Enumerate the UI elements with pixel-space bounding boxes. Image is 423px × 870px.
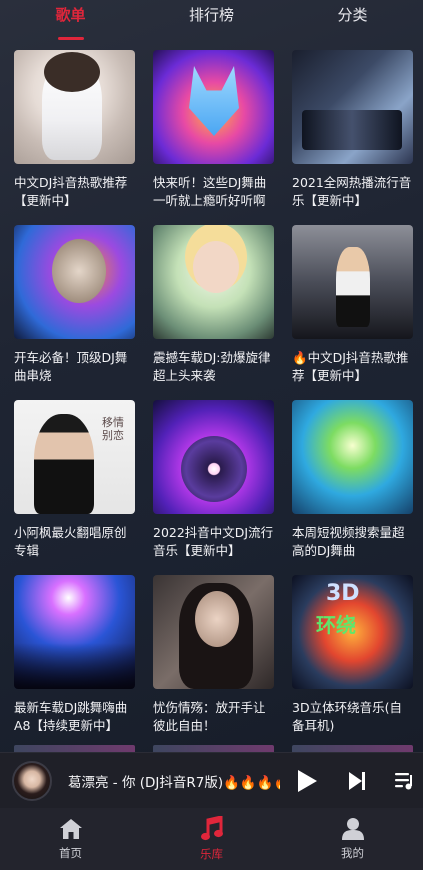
- playlist-title: 最新车载DJ跳舞嗨曲A8【持续更新中】: [14, 700, 128, 733]
- nav-label-library: 乐库: [200, 847, 223, 861]
- playlist-title: 中文DJ抖音热歌推荐【更新中】: [14, 175, 128, 208]
- playlist-cover: [14, 575, 135, 689]
- playlist-title: 3D立体环绕音乐(自备耳机): [292, 700, 402, 733]
- user-icon: [341, 818, 364, 840]
- playlist-card[interactable]: 开车必备！顶级DJ舞曲串烧: [14, 225, 135, 400]
- nav-item-mine[interactable]: 我的: [303, 817, 403, 861]
- playlist-title: 🔥中文DJ抖音热歌推荐【更新中】: [292, 350, 409, 383]
- nav-label-home: 首页: [59, 846, 82, 860]
- tab-charts-label: 排行榜: [188, 6, 234, 24]
- active-tab-indicator: [57, 37, 84, 40]
- playlist-card[interactable]: 震撼车载DJ:劲爆旋律超上头来袭: [153, 225, 274, 400]
- playlist-card[interactable]: 忧伤情殇：放开手让彼此自由！: [153, 575, 274, 750]
- playlist-cover: [153, 225, 274, 339]
- playlist-title: 小阿枫最火翻唱原创专辑: [14, 525, 127, 558]
- play-button[interactable]: [292, 766, 322, 796]
- playlist-card[interactable]: 🔥中文DJ抖音热歌推荐【更新中】: [292, 225, 413, 400]
- playlist-title: 2022抖音中文DJ流行音乐【更新中】: [153, 525, 274, 558]
- playlist-cover: [153, 400, 274, 514]
- tab-charts[interactable]: 排行榜: [162, 0, 262, 40]
- playlist-card[interactable]: 移情 别恋 小阿枫最火翻唱原创专辑: [14, 400, 135, 575]
- playlist-cover: 移情 别恋: [14, 400, 135, 514]
- nav-item-home[interactable]: 首页: [21, 817, 121, 861]
- playlist-title: 本周短视频搜索量超高的DJ舞曲: [292, 525, 405, 558]
- playlist-card[interactable]: 3D 环绕 3D立体环绕音乐(自备耳机): [292, 575, 413, 750]
- next-button[interactable]: [342, 766, 372, 796]
- nav-label-mine: 我的: [341, 846, 364, 860]
- mini-player[interactable]: 葛漂亮 - 你 (DJ抖音R7版)🔥🔥🔥🔥: [0, 752, 423, 808]
- playlist-card[interactable]: 快来听！这些DJ舞曲一听就上瘾听好听啊: [153, 50, 274, 225]
- playlist-card[interactable]: 最新车载DJ跳舞嗨曲A8【持续更新中】: [14, 575, 135, 750]
- playlist-card[interactable]: 2022抖音中文DJ流行音乐【更新中】: [153, 400, 274, 575]
- tab-playlists[interactable]: 歌单: [21, 0, 121, 40]
- playlist-cover: [153, 575, 274, 689]
- playlist-title: 开车必备！顶级DJ舞曲串烧: [14, 350, 128, 383]
- playlist-cover: [292, 400, 413, 514]
- playlist-title: 忧伤情殇：放开手让彼此自由！: [153, 700, 266, 733]
- playlist-cover: [153, 50, 274, 164]
- music-note-icon: [200, 816, 223, 841]
- playlist-card[interactable]: 本周短视频搜索量超高的DJ舞曲: [292, 400, 413, 575]
- cover-surround-text: 环绕: [316, 613, 356, 637]
- playlist-title: 2021全网热播流行音乐【更新中】: [292, 175, 412, 208]
- nav-item-library[interactable]: 乐库: [162, 816, 262, 862]
- playlist-title: 快来听！这些DJ舞曲一听就上瘾听好听啊: [153, 175, 267, 208]
- play-icon: [298, 769, 317, 792]
- playlist-grid: 中文DJ抖音热歌推荐【更新中】 快来听！这些DJ舞曲一听就上瘾听好听啊 2021…: [14, 50, 414, 750]
- cover-side-text: 移情 别恋: [102, 416, 124, 442]
- tab-playlists-label: 歌单: [55, 6, 86, 24]
- tab-categories-label: 分类: [337, 6, 368, 24]
- now-playing-artwork[interactable]: [12, 760, 52, 801]
- top-tab-bar: 歌单 排行榜 分类: [0, 0, 423, 40]
- home-icon: [59, 819, 82, 839]
- playlist-card[interactable]: 中文DJ抖音热歌推荐【更新中】: [14, 50, 135, 225]
- playlist-card[interactable]: 2021全网热播流行音乐【更新中】: [292, 50, 413, 225]
- playlist-button[interactable]: [390, 766, 420, 796]
- playlist-cover: [14, 225, 135, 339]
- cover-3d-text: 3D: [326, 581, 360, 606]
- playlist-cover: [292, 225, 413, 339]
- playlist-icon: [395, 772, 412, 789]
- now-playing-title[interactable]: 葛漂亮 - 你 (DJ抖音R7版)🔥🔥🔥🔥: [68, 771, 280, 791]
- next-icon: [349, 771, 365, 790]
- playlist-title: 震撼车载DJ:劲爆旋律超上头来袭: [153, 350, 271, 383]
- tab-categories[interactable]: 分类: [303, 0, 403, 40]
- playlist-cover: [14, 50, 135, 164]
- playlist-cover: 3D 环绕: [292, 575, 413, 689]
- bottom-nav: 首页 乐库 我的: [0, 808, 423, 870]
- playlist-cover: [292, 50, 413, 164]
